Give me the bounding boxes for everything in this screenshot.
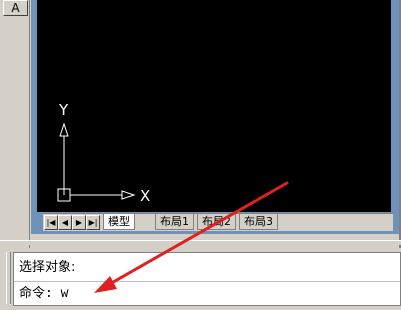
first-icon: |◀ bbox=[46, 218, 56, 227]
text-tool-button[interactable]: A bbox=[3, 0, 28, 16]
command-window: 选择对象: 命令: w bbox=[0, 252, 401, 310]
ucs-icon: Y X bbox=[57, 101, 150, 205]
tab-model[interactable]: 模型 bbox=[103, 214, 135, 230]
tab-layout1[interactable]: 布局1 bbox=[155, 214, 194, 230]
y-axis-label: Y bbox=[58, 101, 69, 119]
last-icon: ▶| bbox=[88, 218, 98, 227]
command-prompt-line[interactable]: 命令: w bbox=[19, 286, 68, 302]
command-divider bbox=[14, 281, 400, 282]
layout-tab-bar: |◀ ◀ ▶ ▶| 模型 布局1 布局2 布局3 bbox=[43, 213, 393, 231]
command-history-line: 选择对象: bbox=[19, 260, 76, 275]
command-text-area[interactable]: 选择对象: 命令: w bbox=[13, 252, 401, 306]
window-splitter[interactable] bbox=[0, 240, 401, 245]
last-tab-button[interactable]: ▶| bbox=[86, 215, 100, 230]
next-icon: ▶ bbox=[75, 218, 83, 227]
drawing-area-frame: Y X bbox=[31, 0, 399, 234]
tab-layout2[interactable]: 布局2 bbox=[197, 214, 236, 230]
tab-layout3[interactable]: 布局3 bbox=[239, 214, 278, 230]
prev-tab-button[interactable]: ◀ bbox=[58, 215, 72, 230]
command-window-grip[interactable] bbox=[6, 252, 11, 304]
x-axis-label: X bbox=[140, 187, 150, 205]
next-tab-button[interactable]: ▶ bbox=[72, 215, 86, 230]
first-tab-button[interactable]: |◀ bbox=[44, 215, 58, 230]
prev-icon: ◀ bbox=[61, 218, 69, 227]
left-tool-strip: A bbox=[0, 0, 30, 248]
model-space-canvas[interactable]: Y X bbox=[37, 0, 391, 212]
